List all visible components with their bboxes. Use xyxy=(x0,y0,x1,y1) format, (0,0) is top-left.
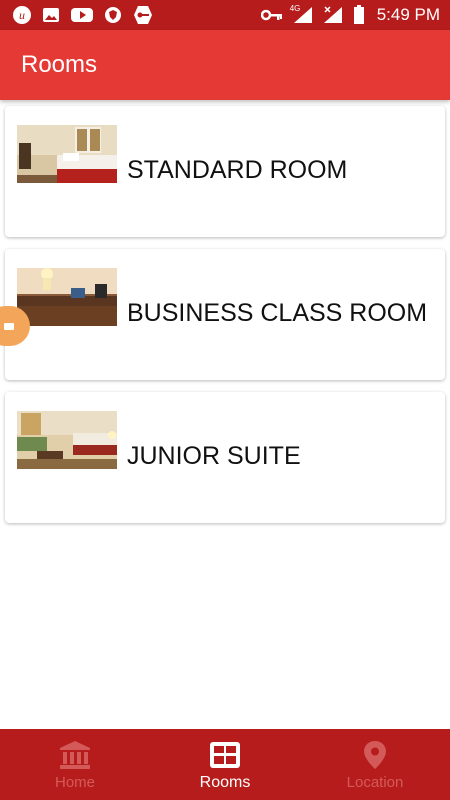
signal-icon: 4G xyxy=(289,4,313,24)
bottom-nav: Home Rooms Location xyxy=(0,729,450,800)
system-icons: 4G 5:49 PM xyxy=(260,4,440,25)
network-type-label: 4G xyxy=(289,4,301,13)
room-name: JUNIOR SUITE xyxy=(127,442,301,470)
image-icon xyxy=(42,6,60,24)
notification-icons: u xyxy=(12,4,154,26)
youtube-icon xyxy=(70,6,94,24)
room-card[interactable]: STANDARD ROOM xyxy=(5,106,445,237)
status-bar: u 4G 5:49 PM xyxy=(0,0,450,30)
bank-icon xyxy=(58,739,92,771)
room-card[interactable]: JUNIOR SUITE xyxy=(5,392,445,523)
app-bar: Rooms xyxy=(0,30,450,100)
location-pin-icon xyxy=(358,739,392,771)
nav-label: Rooms xyxy=(199,774,251,791)
shield-icon xyxy=(104,5,122,25)
junior-suite-photo xyxy=(17,411,117,469)
nav-label: Location xyxy=(346,774,404,791)
handle-notch-icon xyxy=(4,323,14,330)
room-card[interactable]: BUSINESS CLASS ROOM xyxy=(5,249,445,380)
vpn-key-icon xyxy=(260,8,283,22)
grid-icon xyxy=(208,739,242,771)
nav-label: Home xyxy=(54,774,95,791)
signal-off-icon xyxy=(323,6,343,24)
room-name: STANDARD ROOM xyxy=(127,156,348,184)
key-badge-icon xyxy=(132,4,154,26)
standard-room-photo xyxy=(17,125,117,183)
nav-item-rooms[interactable]: Rooms xyxy=(150,729,300,800)
battery-icon xyxy=(353,5,365,25)
nav-item-location[interactable]: Location xyxy=(300,729,450,800)
status-time: 5:49 PM xyxy=(376,5,440,24)
room-name: BUSINESS CLASS ROOM xyxy=(127,299,428,327)
svg-text:u: u xyxy=(19,8,25,22)
page-title: Rooms xyxy=(21,51,98,78)
business-room-photo xyxy=(17,268,117,326)
u-app-icon: u xyxy=(12,5,32,25)
nav-item-home[interactable]: Home xyxy=(0,729,150,800)
